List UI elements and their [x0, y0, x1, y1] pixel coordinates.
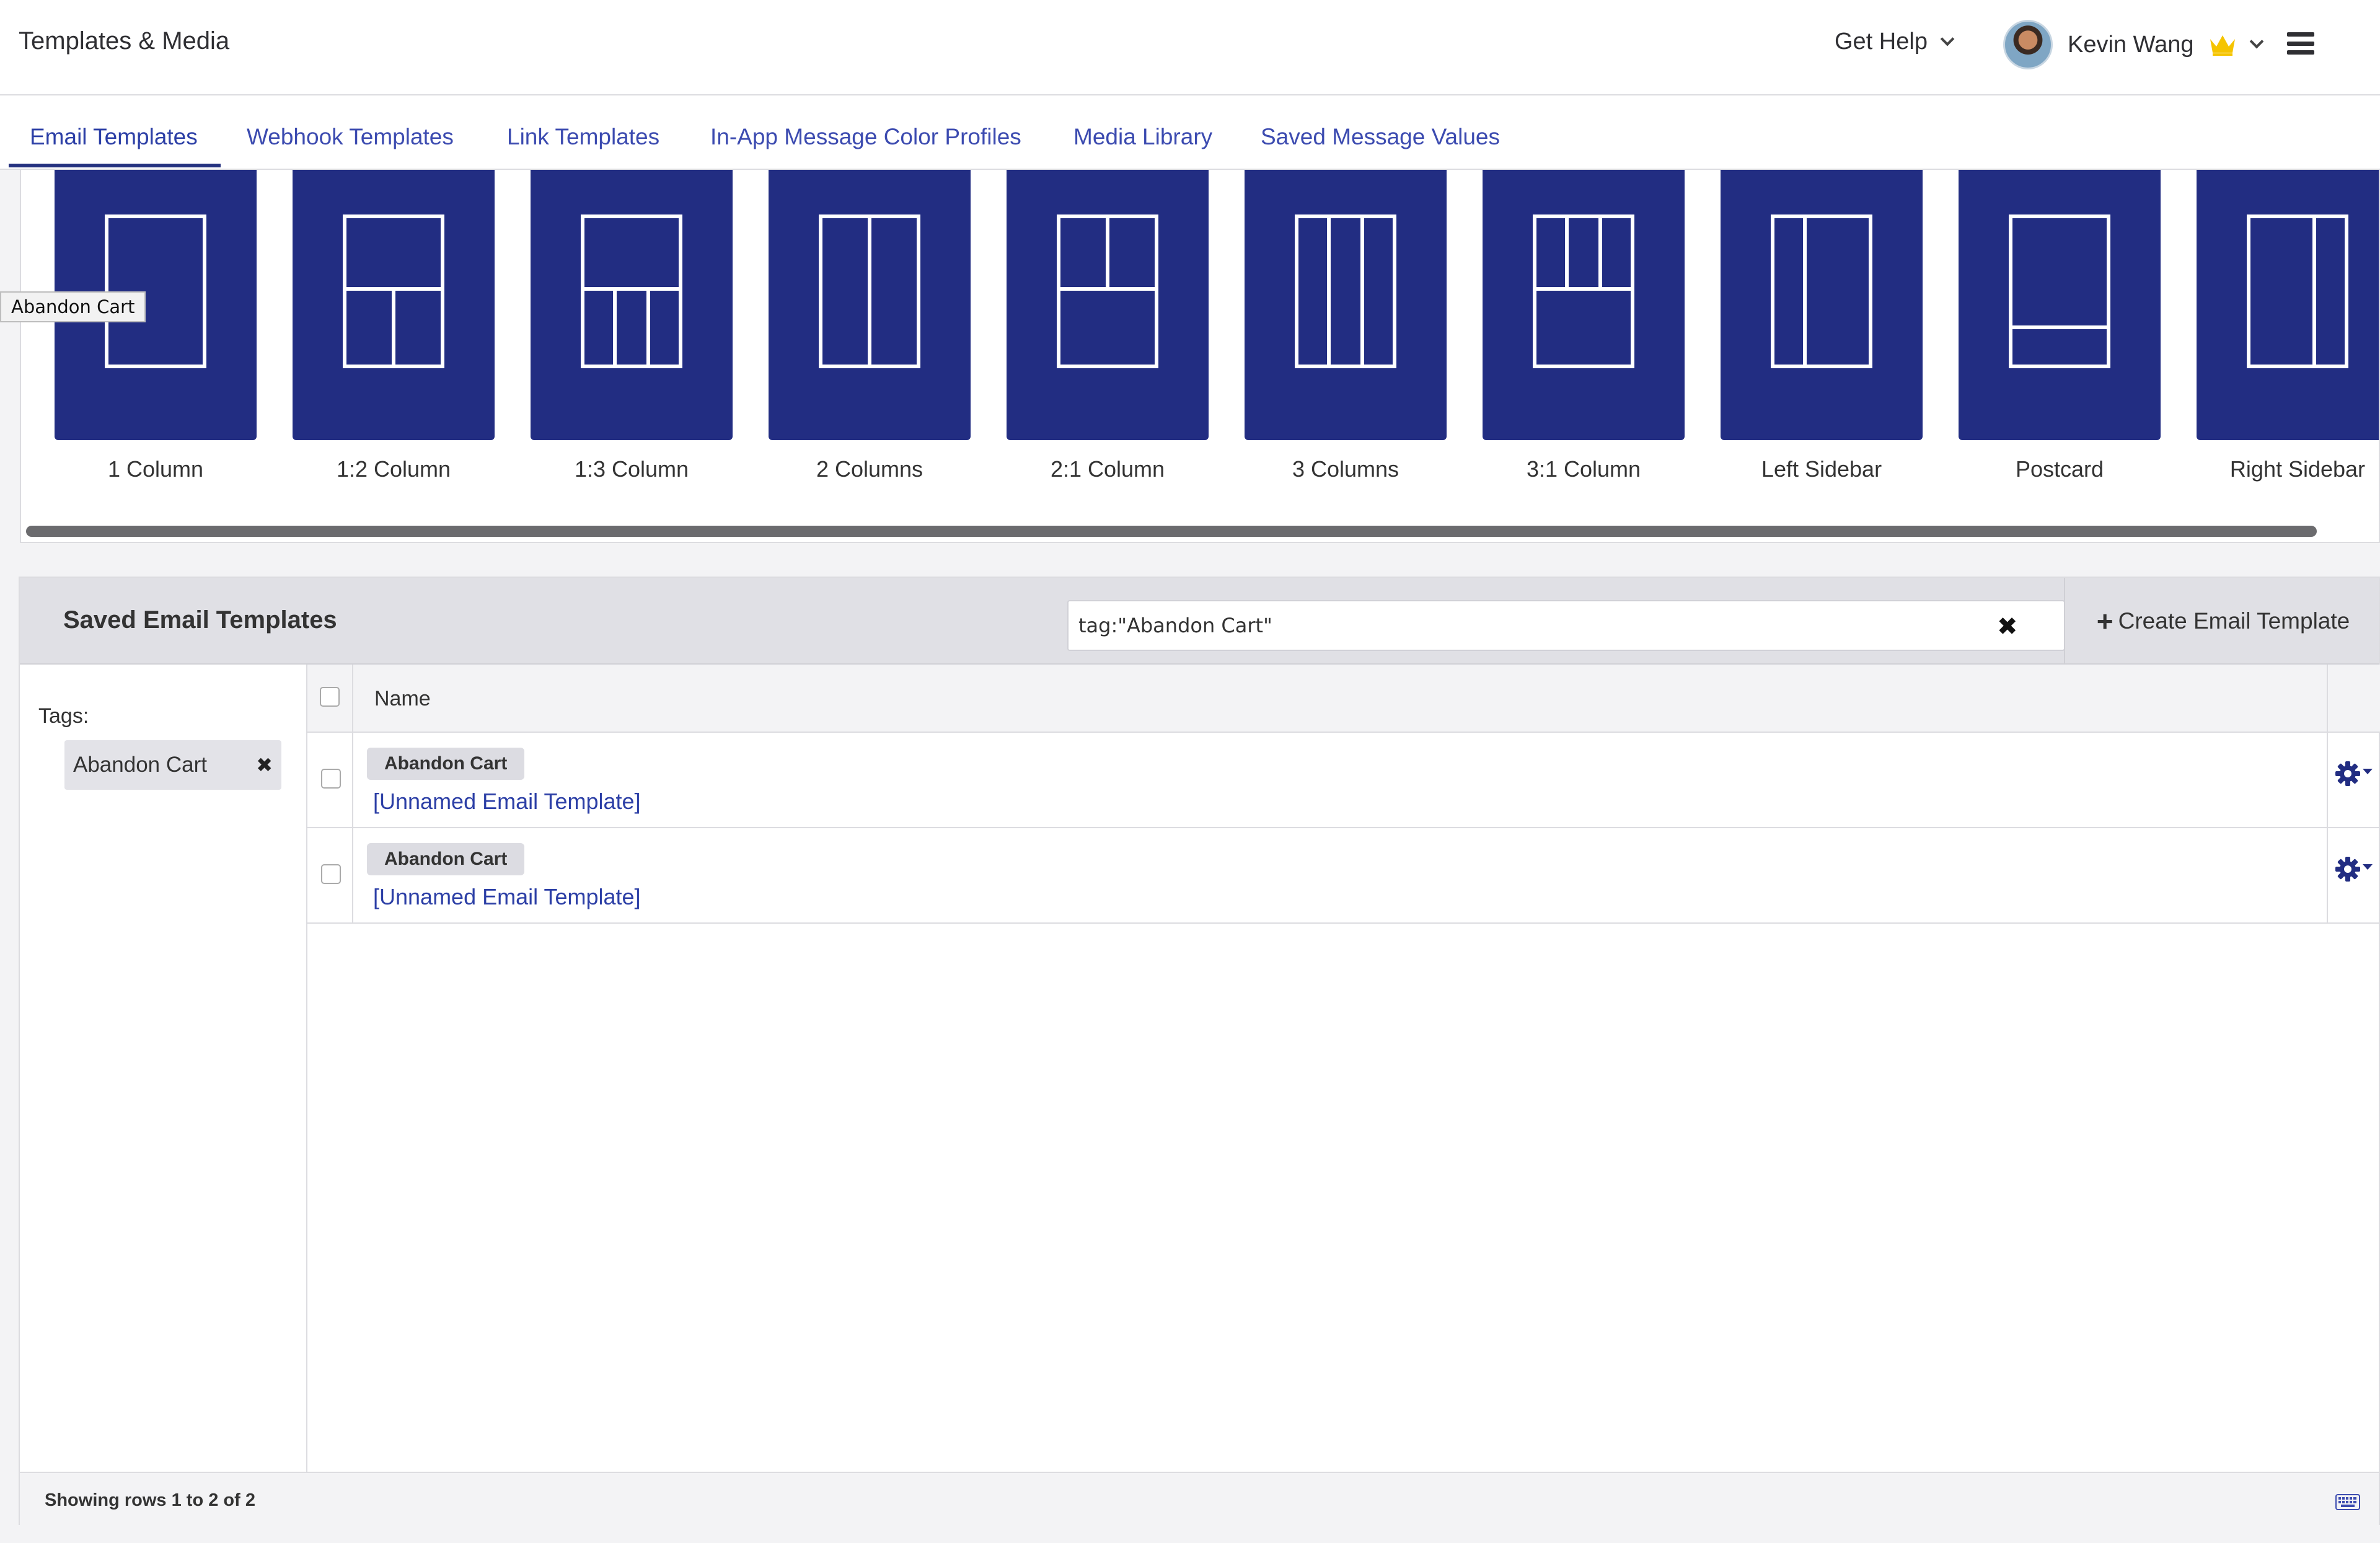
user-name: Kevin Wang — [2068, 31, 2194, 58]
template-thumbnail — [769, 170, 971, 440]
template-tile-2-1-column[interactable]: 2:1 Column — [1007, 170, 1209, 482]
clear-search-icon[interactable]: ✖ — [1997, 612, 2018, 641]
gallery-scrollbar[interactable] — [26, 526, 2317, 537]
column-divider — [352, 665, 353, 924]
crown-icon — [2210, 35, 2236, 56]
template-tile-1-3-column[interactable]: 1:3 Column — [531, 170, 733, 482]
column-header-name[interactable]: Name — [374, 687, 431, 711]
template-tile-3-1-column[interactable]: 3:1 Column — [1483, 170, 1685, 482]
tab-saved-message-values[interactable]: Saved Message Values — [1261, 124, 1500, 150]
tab-in-app-message-color-profiles[interactable]: In-App Message Color Profiles — [710, 124, 1021, 150]
layout-postcard-icon — [2009, 214, 2110, 368]
template-name-link[interactable]: [Unnamed Email Template] — [373, 884, 641, 910]
remove-tag-icon[interactable]: ✖ — [256, 740, 273, 790]
keyboard-icon[interactable] — [2335, 1494, 2360, 1510]
template-label: Postcard — [2015, 456, 2104, 482]
layout-3-columns-icon — [1295, 214, 1396, 368]
get-help-label: Get Help — [1835, 29, 1928, 55]
active-tab-indicator — [9, 164, 221, 167]
template-tile-left-sidebar[interactable]: Left Sidebar — [1721, 170, 1923, 482]
layout-3-1-column-icon — [1533, 214, 1634, 368]
tooltip: Abandon Cart — [0, 291, 146, 322]
row-checkbox[interactable] — [321, 769, 341, 789]
tag-filter-chip[interactable]: Abandon Cart ✖ — [64, 740, 281, 790]
template-thumbnail — [293, 170, 495, 440]
template-name-link[interactable]: [Unnamed Email Template] — [373, 789, 641, 815]
templates-table: Name Abandon Cart [Unnamed Email Templat… — [307, 665, 2380, 1472]
row-tag-badge[interactable]: Abandon Cart — [367, 843, 525, 875]
hamburger-menu-icon[interactable] — [2287, 32, 2314, 55]
table-footer: Showing rows 1 to 2 of 2 — [20, 1472, 2379, 1525]
template-label: Right Sidebar — [2229, 456, 2366, 482]
column-divider — [2327, 665, 2328, 924]
avatar — [2003, 20, 2053, 69]
template-label: 3 Columns — [1292, 456, 1399, 482]
template-label: 1:2 Column — [336, 456, 451, 482]
template-label: 1:3 Column — [574, 456, 689, 482]
layout-right-sidebar-icon — [2247, 214, 2348, 368]
panel-header: Saved Email Templates ✖ + Create Email T… — [20, 578, 2379, 665]
template-tile-3-columns[interactable]: 3 Columns — [1245, 170, 1447, 482]
layout-2-1-column-icon — [1057, 214, 1158, 368]
plus-icon: + — [2096, 605, 2113, 637]
tab-webhook-templates[interactable]: Webhook Templates — [247, 124, 454, 150]
gear-icon[interactable] — [2334, 856, 2374, 883]
saved-templates-panel: Saved Email Templates ✖ + Create Email T… — [19, 577, 2380, 1525]
get-help-menu[interactable]: Get Help — [1835, 29, 1955, 55]
chevron-down-icon — [1940, 32, 1955, 46]
table-header-row: Name — [307, 665, 2380, 733]
template-thumbnail — [1721, 170, 1923, 440]
template-label: 2 Columns — [816, 456, 923, 482]
row-checkbox[interactable] — [321, 864, 341, 884]
chevron-down-icon — [2250, 34, 2264, 49]
top-bar: Templates & Media Get Help Kevin Wang — [0, 0, 2380, 95]
template-tile-1-2-column[interactable]: 1:2 Column — [293, 170, 495, 482]
tab-media-library[interactable]: Media Library — [1073, 124, 1212, 150]
template-thumbnail — [1483, 170, 1685, 440]
tags-label: Tags: — [38, 704, 89, 728]
template-tile-postcard[interactable]: Postcard — [1959, 170, 2161, 482]
tags-sidebar: Tags: Abandon Cart ✖ — [20, 665, 307, 1472]
row-tag-badge[interactable]: Abandon Cart — [367, 748, 525, 780]
template-label: 2:1 Column — [1050, 456, 1165, 482]
template-thumbnail — [531, 170, 733, 440]
table-row: Abandon Cart [Unnamed Email Template] — [307, 828, 2380, 924]
template-tile-2-columns[interactable]: 2 Columns — [769, 170, 971, 482]
pagination-status: Showing rows 1 to 2 of 2 — [45, 1490, 255, 1510]
template-label: 1 Column — [107, 456, 204, 482]
template-thumbnail — [2197, 170, 2379, 440]
layout-left-sidebar-icon — [1771, 214, 1872, 368]
template-tile-right-sidebar[interactable]: Right Sidebar — [2197, 170, 2379, 482]
layout-2-columns-icon — [819, 214, 920, 368]
template-gallery: 1 Column 1:2 Column 1:3 Column 2 Columns… — [20, 170, 2380, 543]
template-label: Left Sidebar — [1761, 456, 1882, 482]
page-title: Templates & Media — [19, 27, 230, 55]
select-all-checkbox[interactable] — [320, 687, 340, 707]
create-email-template-label: Create Email Template — [2118, 608, 2350, 634]
template-thumbnail — [1007, 170, 1209, 440]
layout-1-2-column-icon — [343, 214, 444, 368]
table-row: Abandon Cart [Unnamed Email Template] — [307, 733, 2380, 828]
tab-bar: Email Templates Webhook Templates Link T… — [0, 95, 2380, 170]
template-thumbnail — [1245, 170, 1447, 440]
template-tile-1-column[interactable]: 1 Column — [55, 170, 257, 482]
tab-link-templates[interactable]: Link Templates — [507, 124, 659, 150]
tag-filter-label: Abandon Cart — [73, 753, 207, 777]
tab-email-templates[interactable]: Email Templates — [30, 124, 198, 150]
template-thumbnail — [1959, 170, 2161, 440]
search-input[interactable] — [1067, 600, 2065, 651]
create-email-template-button[interactable]: + Create Email Template — [2064, 578, 2380, 665]
template-label: 3:1 Column — [1526, 456, 1641, 482]
user-menu[interactable]: Kevin Wang — [2003, 19, 2264, 71]
panel-title: Saved Email Templates — [63, 606, 337, 634]
gear-icon[interactable] — [2334, 760, 2374, 787]
layout-1-3-column-icon — [581, 214, 682, 368]
